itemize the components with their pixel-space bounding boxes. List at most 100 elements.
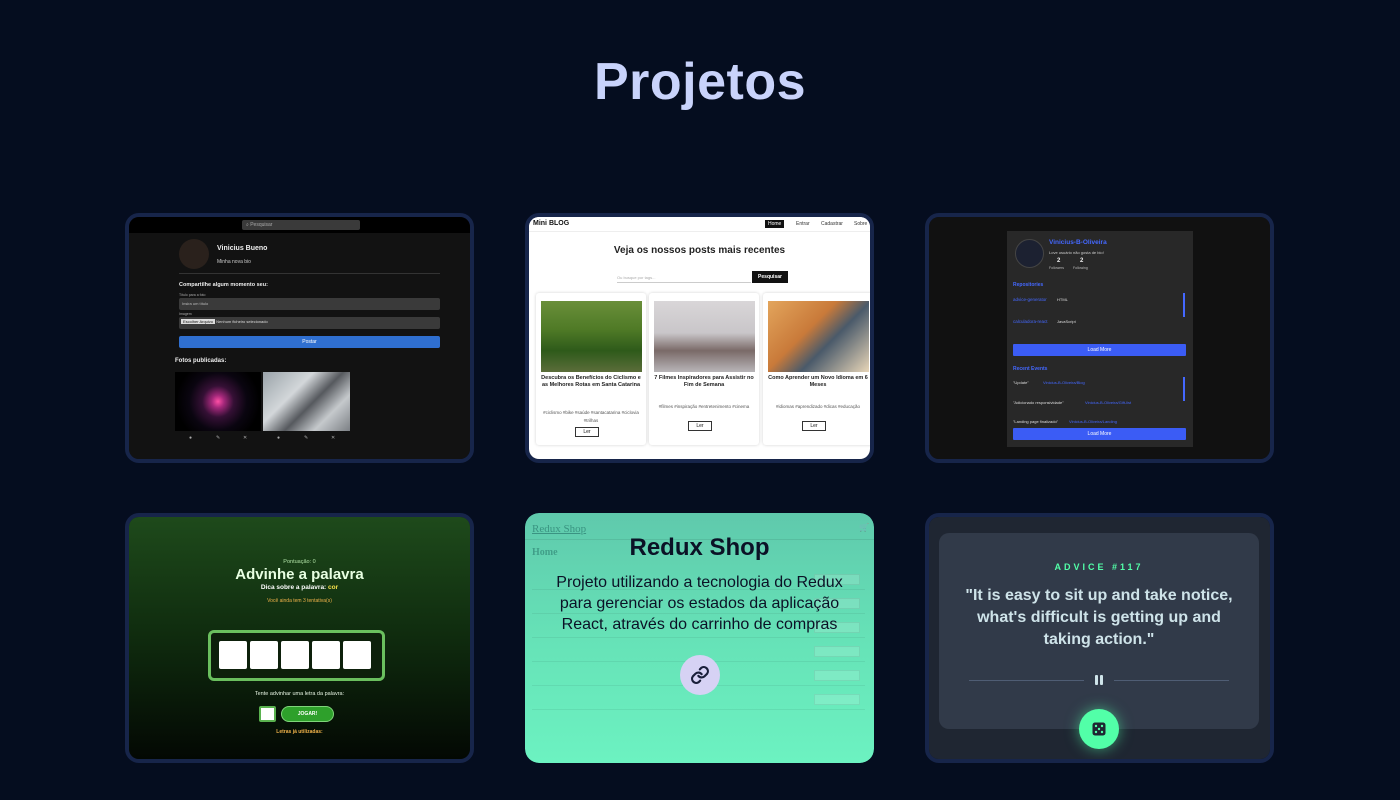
search-input: ⌕ Pesquisar [242, 220, 360, 230]
gh-username: Vinicius-B-Oliveira [1049, 239, 1107, 246]
close-icon: ✕ [243, 435, 248, 441]
add-to-cart-button [814, 670, 860, 681]
post-title: Descubra os Benefícios do Ciclismo e as … [541, 375, 641, 388]
add-to-cart-button [814, 694, 860, 705]
project-screenshot: Pontuação: 0 Advinhe a palavra Dica sobr… [129, 517, 470, 759]
event-repo: Vinicius-B-Oliveira/Gift-list [1085, 400, 1132, 405]
divider [179, 273, 440, 274]
blog-post-card: 7 Filmes Inspiradores para Assistir no F… [649, 293, 759, 445]
game-attempts: Você ainda tem 3 tentativa(s) [267, 598, 332, 604]
used-letters: Letras já utilizadas: [276, 729, 323, 735]
cart-icon: 🛒 [859, 523, 869, 532]
post-tags: #idiomas #aprendizado #dicas #educação [775, 404, 861, 409]
project-screenshot: ADVICE #117 "It is easy to sit up and ta… [929, 517, 1270, 759]
followers-count: 2 [1057, 258, 1061, 264]
repos-heading: Repositories [1013, 282, 1044, 288]
post-image [768, 301, 869, 372]
project-card-photo-app[interactable]: ⌕ Pesquisar Vinicius Bueno Minha nova bi… [125, 213, 474, 463]
search-button: Pesquisar [752, 271, 788, 283]
blog-post-card: Descubra os Benefícios do Ciclismo e as … [536, 293, 646, 445]
event-repo: Vinicius-B-Oliveira/Blog [1043, 380, 1085, 385]
file-button: Escolher Arquivo [181, 319, 216, 324]
pencil-icon: ✎ [304, 435, 309, 441]
repo-lang: JavaScript [1057, 319, 1076, 324]
file-input: Escolher Arquivo Nenhum ficheiro selecio… [179, 317, 440, 329]
post-title: 7 Filmes Inspiradores para Assistir no F… [654, 375, 754, 388]
event-repo: Vinicius-B-Oliveira/Landing [1069, 419, 1117, 424]
load-more-button: Load More [1013, 428, 1186, 440]
advice-number: ADVICE #117 [1054, 562, 1144, 572]
project-card-github-profile[interactable]: Vinicius-B-Oliveira Love usuário não gos… [925, 213, 1274, 463]
letter-box [312, 641, 340, 669]
project-card-advice-generator[interactable]: ADVICE #117 "It is easy to sit up and ta… [925, 513, 1274, 763]
project-title: Redux Shop [629, 534, 770, 561]
avatar [179, 239, 209, 269]
project-screenshot: Vinicius-B-Oliveira Love usuário não gos… [929, 217, 1270, 459]
read-button: Ler [802, 421, 826, 431]
tag-search-placeholder: Ou busque por tags... [617, 275, 656, 280]
close-icon: ✕ [331, 435, 336, 441]
gh-bio: Love usuário não gosta de bio! [1049, 250, 1104, 255]
image-label: Imagem [179, 312, 192, 316]
event-message: "Update" [1013, 380, 1029, 385]
file-status: Nenhum ficheiro selecionado [216, 319, 268, 324]
profile-name: Vinicius Bueno [217, 245, 268, 252]
repo-name: calculadora-react [1013, 319, 1048, 324]
tag-search-input: Ou busque por tags... [617, 272, 751, 283]
game-hint: Dica sobre a palavra: cor [129, 584, 470, 591]
post-tags: #filmes #inspiração #entretenimento #cin… [658, 404, 750, 409]
post-image [541, 301, 642, 372]
load-more-button: Load More [1013, 344, 1186, 356]
nav-cadastrar: Cadastrar [821, 221, 843, 227]
eye-icon: ● [189, 435, 193, 441]
repo-name: advice-generator [1013, 297, 1047, 302]
eye-icon: ● [277, 435, 281, 441]
post-image [654, 301, 755, 372]
caption-label: Título para a foto [179, 293, 206, 297]
pencil-icon: ✎ [216, 435, 221, 441]
published-heading: Fotos publicadas: [175, 358, 227, 364]
event-message: "Adicionado responsividade" [1013, 400, 1064, 405]
profile-panel: Vinicius-B-Oliveira Love usuário não gos… [1007, 231, 1193, 447]
divider [1114, 680, 1229, 681]
letter-boxes [208, 630, 385, 681]
project-card-word-game[interactable]: Pontuação: 0 Advinhe a palavra Dica sobr… [125, 513, 474, 763]
guess-label: Tente advinhar uma letra da palavra: [254, 691, 345, 697]
letter-box [281, 641, 309, 669]
hint-label: Dica sobre a palavra: [260, 584, 327, 591]
share-heading: Compartilhe algum momento seu: [179, 282, 268, 288]
read-button: Ler [575, 427, 599, 437]
game-score: Pontuação: 0 [283, 559, 316, 565]
advice-card: ADVICE #117 "It is easy to sit up and ta… [939, 533, 1259, 729]
letter-box [219, 641, 247, 669]
project-card-mini-blog[interactable]: Mini BLOG Home Entrar Cadastrar Sobre Ve… [525, 213, 874, 463]
page-title: Projetos [593, 53, 807, 111]
scrollbar [1183, 377, 1185, 401]
generate-advice-button [1079, 709, 1119, 749]
add-to-cart-button [814, 646, 860, 657]
letter-input [259, 706, 276, 722]
following-count: 2 [1080, 258, 1084, 264]
advice-quote: "It is easy to sit up and take notice, w… [965, 587, 1233, 648]
letter-box [343, 641, 371, 669]
play-button: JOGAR! [281, 706, 334, 722]
project-link-button[interactable] [680, 655, 720, 695]
project-card-redux-shop[interactable]: Redux Shop 🛒 Home Redux Shop Projeto uti… [525, 513, 874, 763]
avatar [1015, 239, 1044, 268]
project-description: Projeto utilizando a tecnologia do Redux… [556, 574, 843, 633]
search-icon: ⌕ [246, 222, 249, 228]
caption-placeholder: Insira um título [182, 301, 209, 306]
blog-navbar: Mini BLOG Home Entrar Cadastrar Sobre [529, 217, 870, 232]
post-title: Como Aprender um Novo Idioma em 6 Meses [768, 375, 868, 388]
followers-label: Followers [1049, 266, 1064, 270]
profile-bio: Minha nova bio [217, 259, 251, 265]
post-tags: #ciclismo #bike #saúde #santacatarina #c… [543, 410, 639, 423]
photo-plasma-ball [175, 372, 261, 431]
letter-box [250, 641, 278, 669]
project-screenshot: ⌕ Pesquisar Vinicius Bueno Minha nova bi… [129, 217, 470, 459]
dice-icon [1092, 722, 1106, 736]
blog-heading: Veja os nossos posts mais recentes [613, 245, 786, 256]
read-button: Ler [688, 421, 712, 431]
search-placeholder: Pesquisar [250, 222, 273, 228]
caption-input: Insira um título [179, 298, 440, 310]
